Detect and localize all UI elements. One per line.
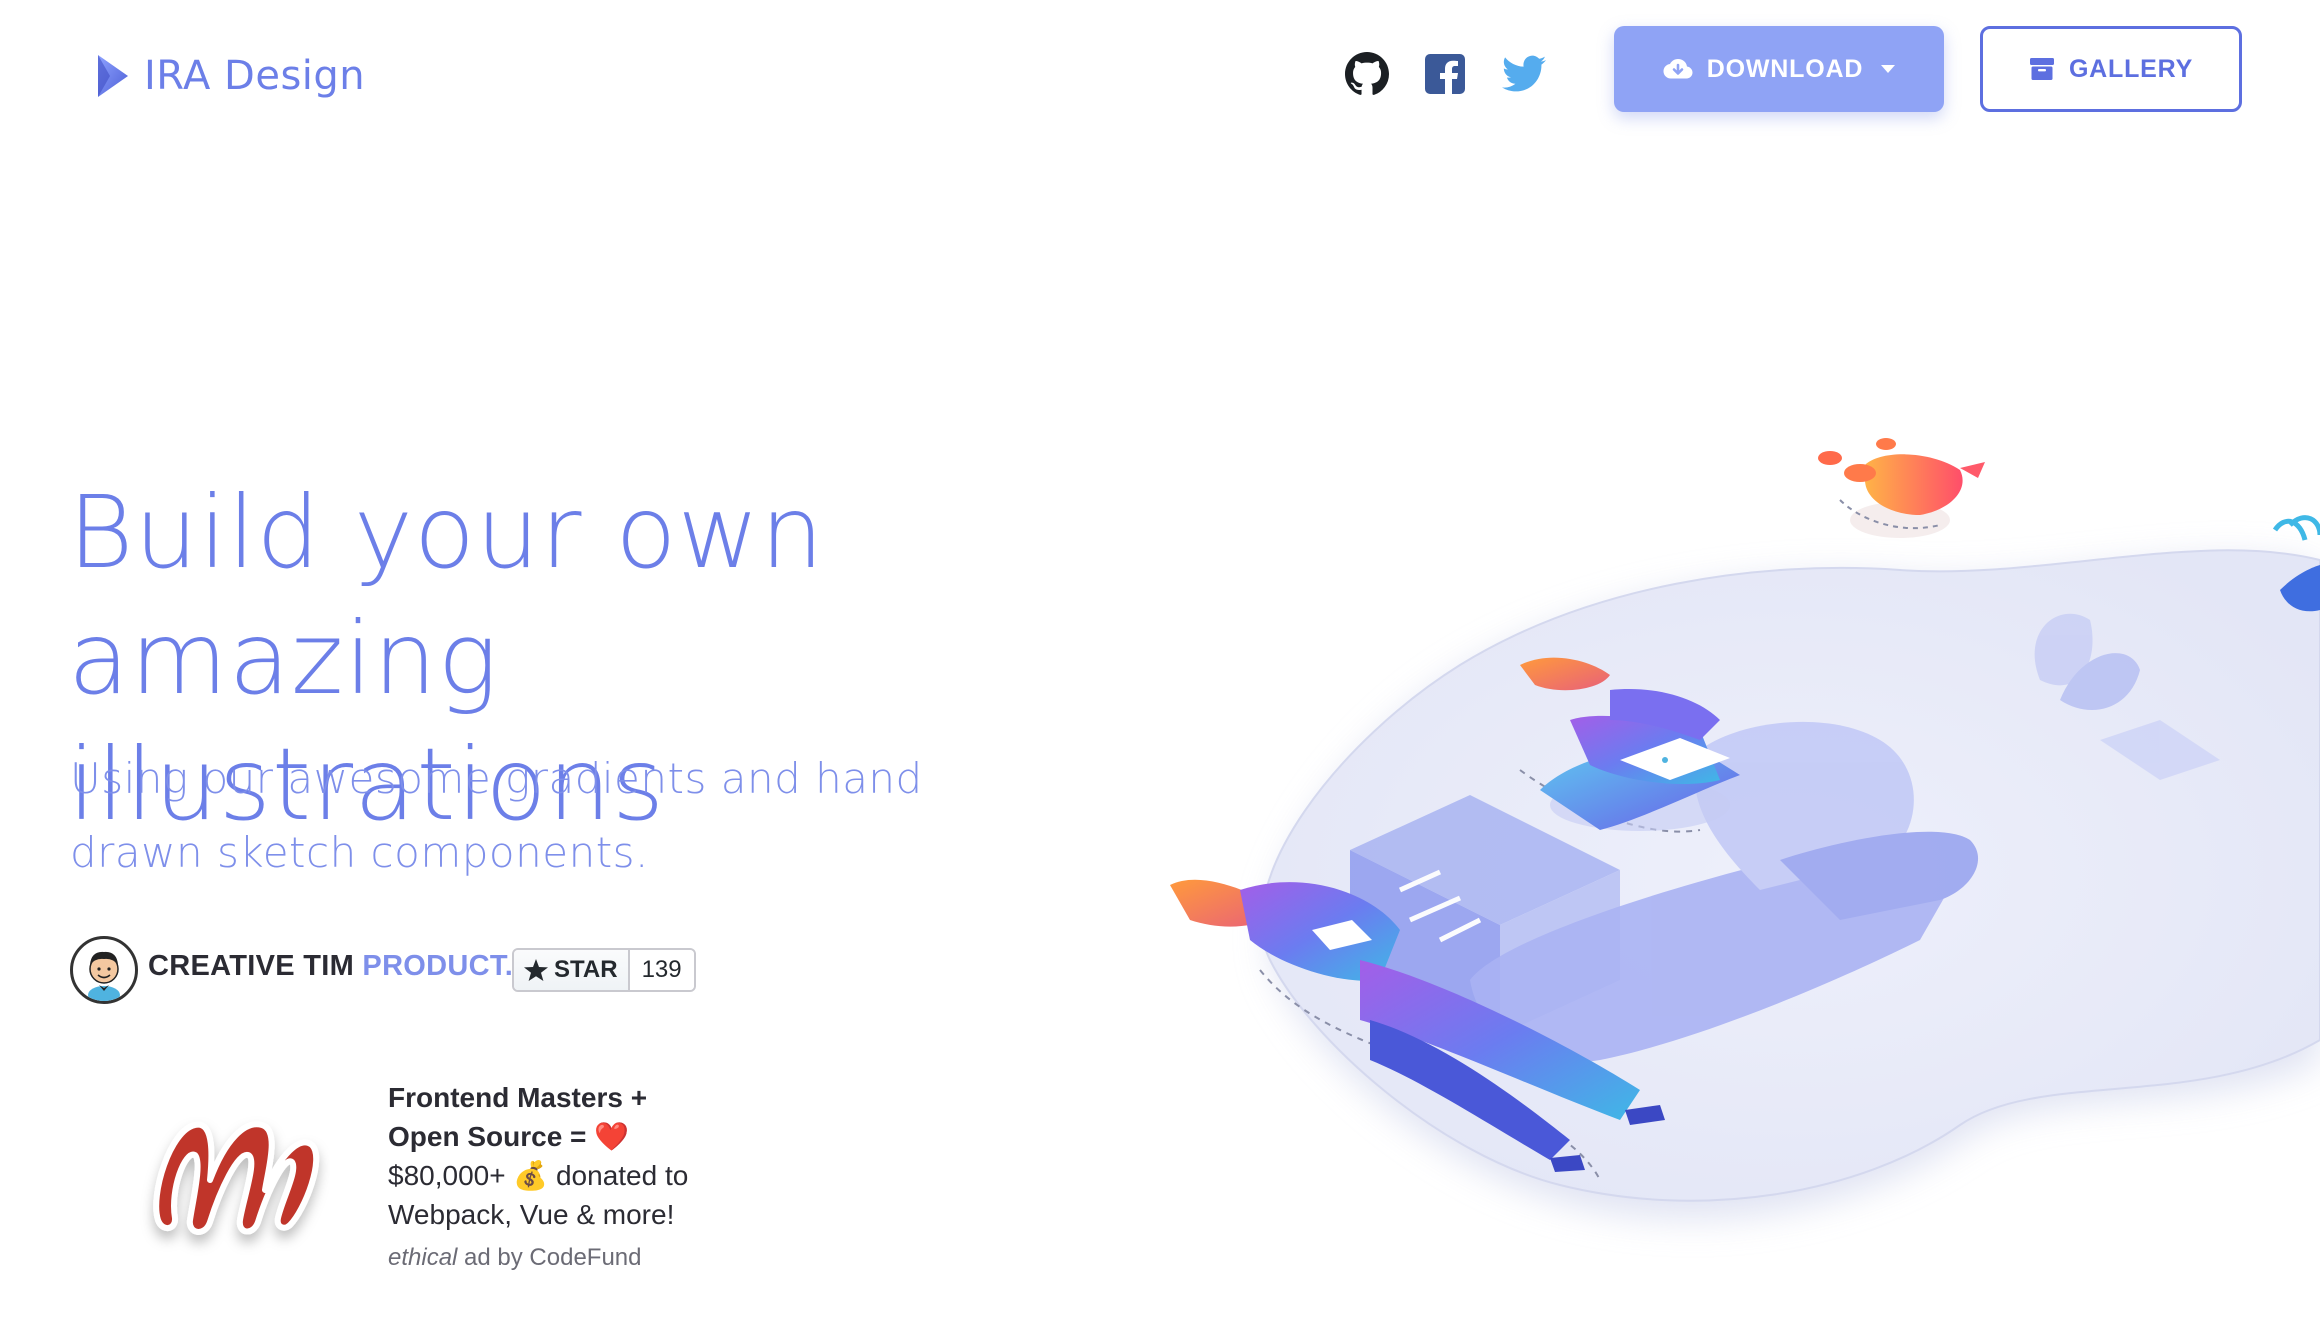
ad-line-2: Open Source = ❤️ — [388, 1121, 630, 1152]
facebook-link[interactable] — [1419, 48, 1471, 100]
brand-link[interactable]: IRA Design — [96, 46, 365, 106]
creative-tim-name: CREATIVE TIM — [148, 950, 355, 982]
creative-tim-avatar[interactable] — [70, 936, 138, 1004]
creative-tim-face-icon — [88, 951, 120, 1001]
gallery-label: GALLERY — [2068, 54, 2194, 83]
creative-tim-label[interactable]: CREATIVE TIM PRODUCT. — [148, 950, 513, 983]
ad-credit[interactable]: ethical ad by CodeFund — [388, 1244, 642, 1272]
star-icon — [524, 959, 548, 981]
brand-logo-icon — [98, 55, 128, 97]
star-count[interactable]: 139 — [629, 950, 694, 990]
star-label: STAR — [554, 956, 618, 983]
hero-lead: Using our awesome gradients and hand dra… — [70, 742, 970, 890]
hero-illustration — [1170, 438, 2320, 1218]
ad-line-1: Frontend Masters + — [388, 1082, 648, 1113]
ad-line-3: $80,000+ 💰 donated to — [388, 1160, 689, 1191]
frontend-masters-logo[interactable] — [140, 1100, 330, 1260]
twitter-icon — [1502, 55, 1546, 92]
ad-line-4: Webpack, Vue & more! — [388, 1199, 675, 1230]
download-label: DOWNLOAD — [1706, 54, 1864, 83]
frontend-masters-logo-icon — [153, 1121, 320, 1235]
twitter-link[interactable] — [1498, 48, 1550, 100]
hero-title-line-1: Build your own — [68, 474, 825, 591]
github-star-widget[interactable]: STAR 139 — [512, 948, 696, 992]
cloud-download-icon — [1663, 59, 1693, 79]
star-button[interactable]: STAR — [514, 950, 630, 990]
github-link[interactable] — [1341, 48, 1393, 100]
box-icon — [2029, 58, 2054, 80]
gallery-button[interactable]: GALLERY — [1980, 26, 2242, 112]
creative-tim-product: PRODUCT. — [362, 950, 514, 982]
caret-down-icon — [1881, 65, 1896, 73]
github-icon — [1345, 52, 1389, 95]
facebook-icon — [1425, 54, 1465, 94]
hero-lead-line-1: Using our awesome gradients and hand — [70, 754, 923, 803]
download-button[interactable]: DOWNLOAD — [1614, 26, 1944, 112]
ad-credit-ethical: ethical — [388, 1244, 458, 1271]
ad-text[interactable]: Frontend Masters + Open Source = ❤️ $80,… — [388, 1078, 768, 1234]
brand-name: IRA Design — [144, 53, 366, 99]
hero-lead-line-2: drawn sketch components. — [70, 828, 649, 877]
ad-credit-rest: ad by CodeFund — [457, 1244, 642, 1271]
